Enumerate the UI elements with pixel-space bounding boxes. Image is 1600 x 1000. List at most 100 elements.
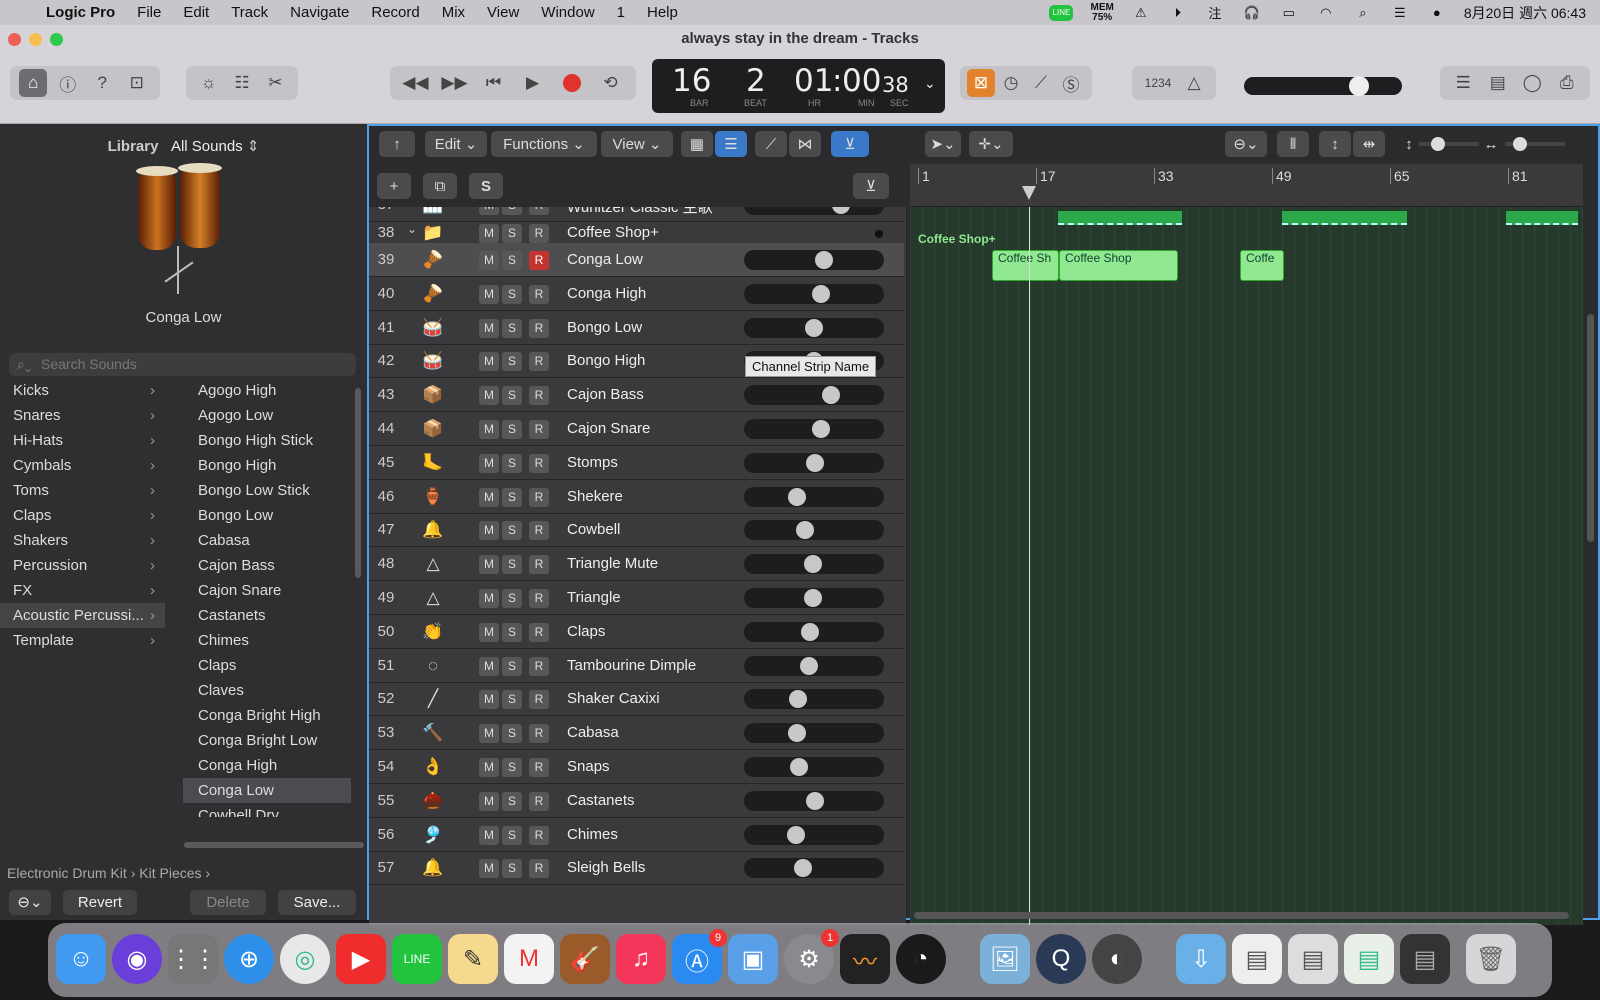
record-enable-button[interactable]: R [529, 207, 549, 215]
menu-view[interactable]: View [476, 4, 530, 21]
track-name[interactable]: Claps [567, 623, 605, 640]
track-instrument-icon[interactable]: 🥁 [416, 313, 450, 343]
mute-button[interactable]: M [479, 352, 499, 372]
finder-icon[interactable]: ☺ [56, 934, 106, 984]
record-enable-button[interactable]: R [529, 555, 549, 575]
solo-button[interactable]: S [502, 487, 522, 507]
add-track-button[interactable]: + [377, 173, 411, 199]
close-button[interactable] [8, 33, 21, 46]
patch-item[interactable]: Conga Bright High [183, 703, 351, 728]
volume-knob[interactable] [806, 453, 825, 472]
more-options-icon[interactable]: ⊖⌄ [1225, 131, 1267, 157]
revert-button[interactable]: Revert [63, 890, 137, 915]
solo-button[interactable]: S [502, 251, 522, 270]
document-thumb-3[interactable]: ▤ [1344, 934, 1394, 984]
youtube-icon[interactable]: ▶ [336, 934, 386, 984]
count-in-button[interactable]: 1234 [1140, 69, 1176, 97]
folder-region-label[interactable]: Coffee Shop+ [918, 232, 996, 246]
track-name[interactable]: Castanets [567, 792, 635, 809]
library-button[interactable]: ⌂ [19, 69, 48, 97]
track-name[interactable]: Sleigh Bells [567, 859, 645, 876]
warning-icon[interactable]: ⚠ [1131, 5, 1151, 21]
record-enable-button[interactable]: R [529, 589, 549, 608]
record-enable-button[interactable]: R [529, 318, 549, 338]
volume-slider[interactable] [744, 283, 884, 304]
volume-knob[interactable] [796, 521, 815, 540]
solo-button[interactable]: S [502, 589, 522, 608]
timeline-vscrollbar[interactable] [1587, 314, 1594, 542]
track-name[interactable]: Cajon Snare [567, 420, 650, 437]
rewind-button[interactable]: ◀◀ [402, 69, 430, 97]
chrome-icon[interactable]: ◎ [280, 934, 330, 984]
solo-button[interactable]: S [502, 724, 522, 744]
region-37-b[interactable] [1282, 211, 1407, 225]
downloads-folder-icon[interactable]: ⇩ [1176, 934, 1226, 984]
solo-button[interactable]: S [502, 386, 522, 406]
library-options-button[interactable]: ⊖⌄ [9, 890, 51, 915]
all-sounds-dropdown[interactable]: All Sounds [171, 138, 243, 155]
track-name[interactable]: Conga Low [567, 251, 643, 268]
volume-slider[interactable] [744, 419, 884, 439]
quick-help-button[interactable]: ? [88, 69, 116, 97]
mute-button[interactable]: M [479, 487, 499, 507]
volume-knob[interactable] [786, 825, 805, 844]
toolbar-toggle-button[interactable]: ⊡ [123, 69, 151, 97]
volume-slider[interactable] [744, 588, 884, 608]
headphones-icon[interactable]: 🎧 [1242, 5, 1262, 21]
record-enable-button[interactable]: R [529, 251, 549, 270]
mute-button[interactable]: M [479, 284, 499, 304]
track-name[interactable]: Snaps [567, 758, 610, 775]
region-coffee-shop[interactable]: Coffee Shop [1059, 250, 1178, 281]
track-instrument-icon[interactable]: ◌ [416, 651, 450, 681]
track-instrument-icon[interactable]: 🪘 [416, 245, 450, 275]
breadcrumb-electronic-drum-kit[interactable]: Electronic Drum Kit [7, 865, 127, 881]
logic-pro-icon[interactable]: 〰 [840, 934, 890, 984]
patch-item[interactable]: Cajon Bass [183, 553, 351, 578]
menu-track[interactable]: Track [220, 4, 279, 21]
solo-button[interactable]: S [502, 284, 522, 304]
track-name[interactable]: Coffee Shop+ [567, 224, 659, 241]
solo-button[interactable]: S [502, 420, 522, 439]
inspector-button[interactable]: ⓘ [54, 69, 82, 97]
volume-knob[interactable] [803, 555, 822, 574]
menu-record[interactable]: Record [360, 4, 430, 21]
gmail-icon[interactable]: M [504, 934, 554, 984]
track-header[interactable]: 55 🌰 M S R Castanets [369, 784, 904, 818]
category-item[interactable]: Acoustic Percussi... › [0, 603, 165, 628]
solo-button[interactable]: S [502, 622, 522, 642]
notepad-button[interactable]: ▤ [1484, 69, 1512, 97]
track-header[interactable]: 54 👌 M S R Snaps [369, 750, 904, 784]
mute-button[interactable]: M [479, 758, 499, 777]
patch-item[interactable]: Conga Bright Low [183, 728, 351, 753]
patch-item[interactable]: Claves [183, 678, 351, 703]
replace-button[interactable]: ⟋ [1027, 69, 1055, 97]
volume-slider[interactable] [744, 757, 884, 777]
waveform-zoom-icon[interactable]: ⦀ [1277, 131, 1309, 157]
vertical-zoom-slider[interactable]: ↕ [1399, 131, 1485, 157]
volume-slider[interactable] [744, 824, 884, 845]
menu-1[interactable]: 1 [606, 4, 636, 21]
record-enable-button[interactable]: R [529, 859, 549, 879]
launchpad-icon[interactable]: ⋮⋮ [168, 934, 218, 984]
save-button[interactable]: Save... [278, 890, 356, 915]
menu-edit[interactable]: Edit [172, 4, 220, 21]
patch-item[interactable]: Bongo Low Stick [183, 478, 351, 503]
volume-slider[interactable] [744, 554, 884, 575]
go-to-beginning-button[interactable]: ⏮ [480, 69, 508, 97]
patch-item[interactable]: Agogo Low [183, 403, 351, 428]
track-name[interactable]: Shekere [567, 488, 623, 505]
volume-knob[interactable] [787, 724, 806, 743]
track-instrument-icon[interactable]: 📦 [416, 380, 450, 410]
track-header[interactable]: 40 🪘 M S R Conga High [369, 277, 904, 311]
document-thumb-2[interactable]: ▤ [1288, 934, 1338, 984]
logic-remote-icon[interactable]: ◐ [1092, 934, 1142, 984]
mute-button[interactable]: M [479, 589, 499, 608]
view-menu[interactable]: View ⌄ [601, 131, 673, 157]
pages-icon[interactable]: ✎ [448, 934, 498, 984]
volume-slider[interactable] [744, 621, 884, 642]
gauge-app-icon[interactable]: ◔ [896, 934, 946, 984]
master-volume-knob[interactable] [1349, 76, 1369, 96]
volume-knob[interactable] [790, 758, 809, 776]
menu-app[interactable]: Logic Pro [40, 4, 126, 21]
track-header[interactable]: 50 👏 M S R Claps [369, 615, 904, 649]
